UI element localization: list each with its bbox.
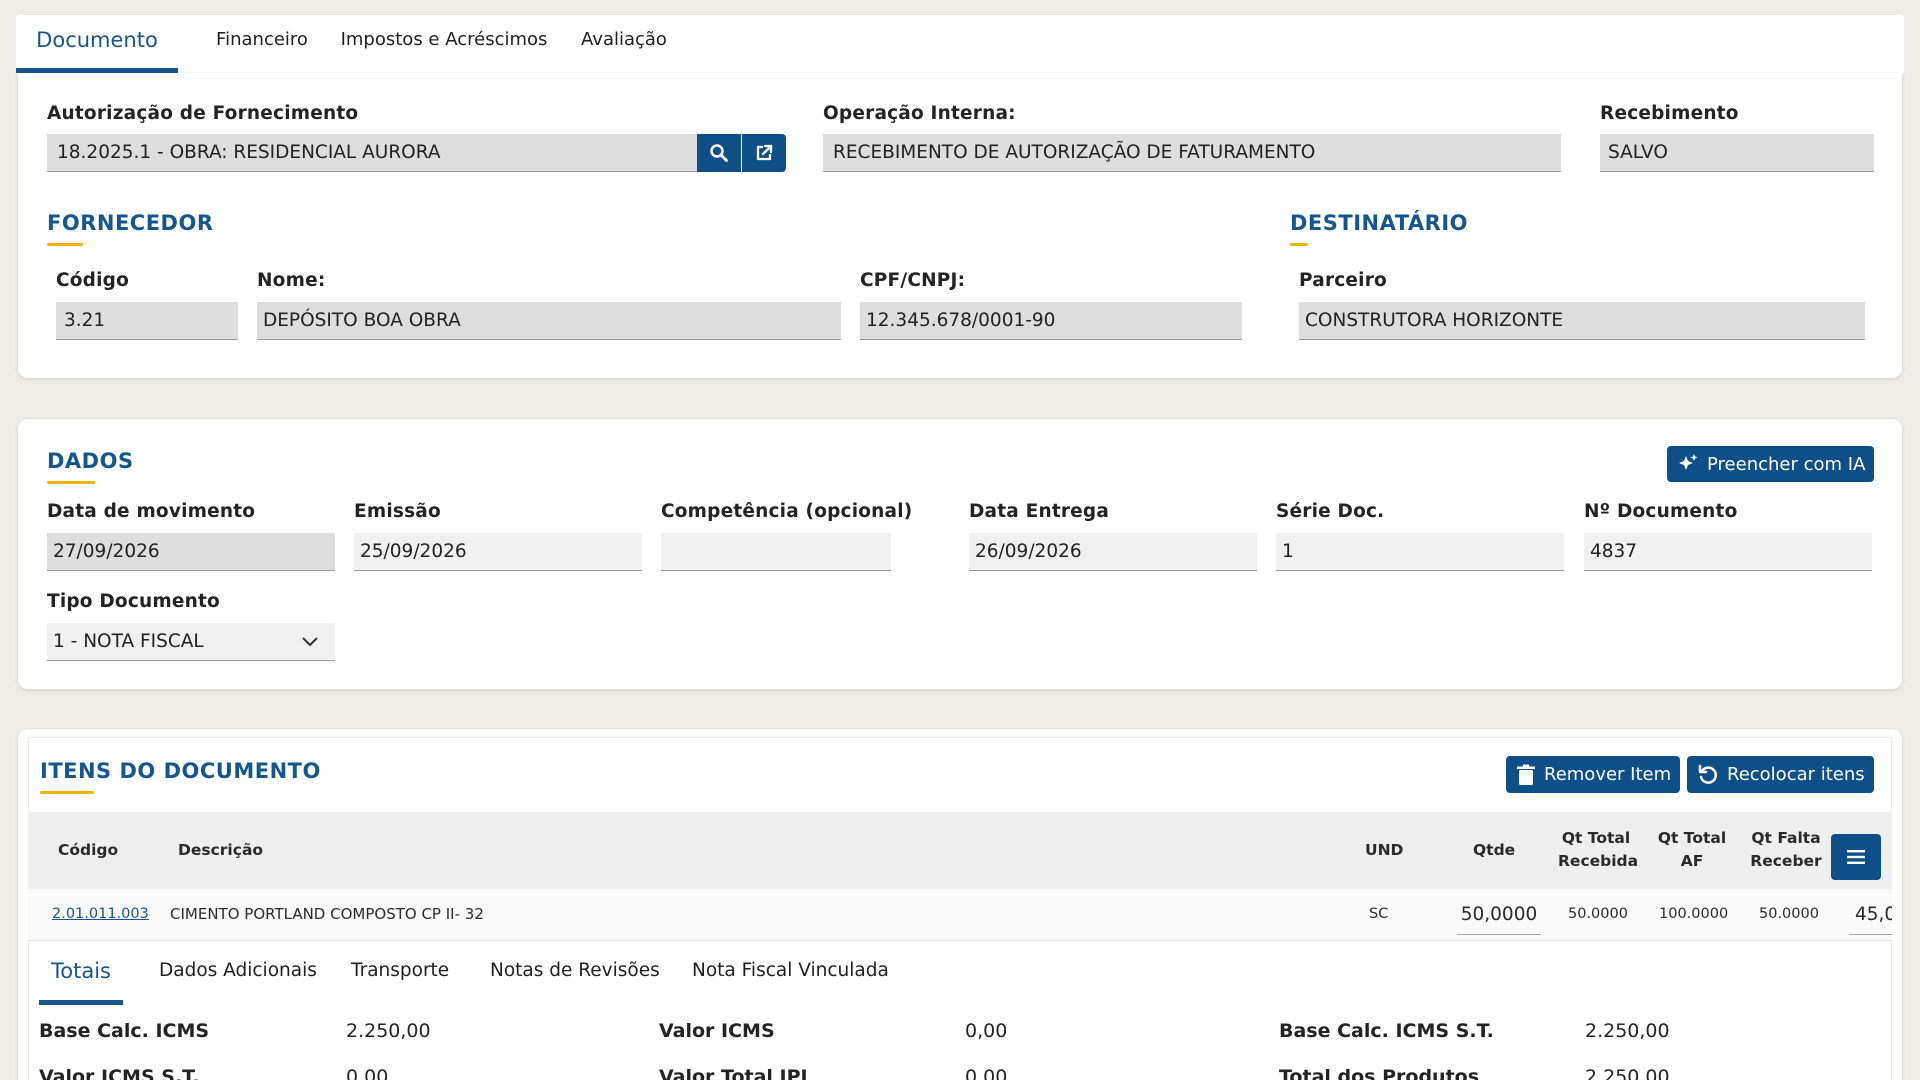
undo-icon [1698,764,1717,784]
nome-label: Nome: [257,270,326,291]
table-row[interactable]: 2.01.011.003 CIMENTO PORTLAND COMPOSTO C… [28,889,1892,941]
cpf-field: 12.345.678/0001-90 [860,302,1242,340]
search-autorizacao-button[interactable] [697,134,741,172]
subtab-transporte[interactable]: Transporte [351,941,449,1005]
col-descricao: Descrição [178,841,264,859]
emissao-field[interactable]: 25/09/2026 [354,533,642,571]
subtab-notas-revisoes[interactable]: Notas de Revisões [490,941,660,1005]
competencia-field[interactable] [661,533,891,571]
tipo-documento-select[interactable]: 1 - NOTA FISCAL [47,623,335,661]
recebimento-field: SALVO [1600,134,1874,172]
col-qt-recebida: Qt Total Recebida [1558,829,1639,870]
codigo-label: Código [56,270,130,291]
item-codigo-link[interactable]: 2.01.011.003 [52,906,149,922]
fornecedor-title: FORNECEDOR [47,211,214,246]
subtab-nota-fiscal-vinculada[interactable]: Nota Fiscal Vinculada [692,941,889,1005]
numero-documento-label: Nº Documento [1584,501,1738,522]
col-qt-af: Qt Total AF [1657,829,1727,870]
subtab-dados-adicionais[interactable]: Dados Adicionais [159,941,317,1005]
parceiro-field: CONSTRUTORA HORIZONTE [1299,302,1865,340]
valor-icms-value: 0,00 [965,1020,1008,1042]
item-und: SC [1369,906,1389,922]
codigo-field: 3.21 [56,302,238,340]
data-entrega-field[interactable]: 26/09/2026 [969,533,1257,571]
data-entrega-label: Data Entrega [969,501,1110,522]
nome-field: DEPÓSITO BOA OBRA [257,302,841,340]
tab-documento[interactable]: Documento [16,15,178,73]
subtab-totais[interactable]: Totais [39,941,123,1005]
base-icms-label: Base Calc. ICMS [39,1020,210,1042]
serie-field[interactable]: 1 [1276,533,1564,571]
subtab-bar: Totais Dados Adicionais Transporte Notas… [28,941,1892,1005]
dados-card: DADOS Preencher com IA Data de movimento… [18,419,1902,689]
valor-ipi-value: 0,00 [965,1066,1008,1080]
list-icon [1847,850,1865,864]
tab-impostos[interactable]: Impostos e Acréscimos [334,15,554,73]
base-icms-st-value: 2.250,00 [1585,1020,1670,1042]
base-icms-value: 2.250,00 [346,1020,431,1042]
data-movimento-field: 27/09/2026 [47,533,335,571]
preencher-ia-button[interactable]: Preencher com IA [1667,446,1874,482]
competencia-label: Competência (opcional) [661,501,913,522]
parceiro-label: Parceiro [1299,270,1387,291]
search-icon [710,144,728,162]
serie-label: Série Doc. [1276,501,1385,522]
operacao-label: Operação Interna: [823,103,1016,124]
item-extra-input[interactable]: 45,0 [1849,895,1892,935]
data-movimento-label: Data de movimento [47,501,256,522]
destinatario-title: DESTINATÁRIO [1290,211,1468,246]
tab-avaliacao[interactable]: Avaliação [568,15,680,73]
tab-financeiro[interactable]: Financeiro [202,15,322,73]
table-header: Código Descrição UND Qtde Qt Total Receb… [28,812,1892,889]
external-link-icon [756,144,773,161]
base-icms-st-label: Base Calc. ICMS S.T. [1279,1020,1494,1042]
item-qt-recebida: 50.0000 [1568,906,1628,922]
recebimento-label: Recebimento [1600,103,1739,124]
sparkle-icon [1679,454,1698,470]
top-tab-bar: Documento Financeiro Impostos e Acréscim… [16,15,1904,73]
valor-icms-st-label: Valor ICMS S.T. [39,1066,200,1080]
total-produtos-label: Total dos Produtos [1279,1066,1480,1080]
header-card: Autorização de Fornecimento 18.2025.1 - … [18,73,1902,378]
autorizacao-field[interactable]: 18.2025.1 - OBRA: RESIDENCIAL AURORA [47,134,699,172]
item-descricao: CIMENTO PORTLAND COMPOSTO CP II- 32 [170,905,484,923]
col-und: UND [1365,841,1404,859]
itens-card: ITENS DO DOCUMENTO Remover Item Recoloca… [18,729,1902,1080]
col-qt-falta: Qt Falta Receber [1750,829,1822,870]
numero-documento-field[interactable]: 4837 [1584,533,1872,571]
item-qtde-input[interactable]: 50,0000 [1457,895,1541,935]
trash-icon [1517,764,1535,785]
tipo-documento-label: Tipo Documento [47,591,220,612]
autorizacao-label: Autorização de Fornecimento [47,103,359,124]
operacao-field: RECEBIMENTO DE AUTORIZAÇÃO DE FATURAMENT… [823,134,1561,172]
remove-item-button[interactable]: Remover Item [1506,756,1680,793]
valor-ipi-label: Valor Total IPI [659,1066,808,1080]
valor-icms-st-value: 0,00 [346,1066,389,1080]
columns-menu-button[interactable] [1831,834,1881,880]
valor-icms-label: Valor ICMS [659,1020,775,1042]
cpf-label: CPF/CNPJ: [860,270,966,291]
total-produtos-value: 2.250,00 [1585,1066,1670,1080]
item-qt-falta: 50.0000 [1759,906,1819,922]
tipo-documento-value: 1 - NOTA FISCAL [53,631,204,652]
open-autorizacao-button[interactable] [742,134,786,172]
col-qtde: Qtde [1473,841,1516,859]
col-codigo: Código [58,841,119,859]
dados-title: DADOS [47,449,134,484]
recolocar-itens-button[interactable]: Recolocar itens [1687,756,1874,793]
emissao-label: Emissão [354,501,441,522]
chevron-down-icon [302,637,318,647]
item-qt-af: 100.0000 [1659,906,1729,922]
itens-title: ITENS DO DOCUMENTO [40,759,321,794]
